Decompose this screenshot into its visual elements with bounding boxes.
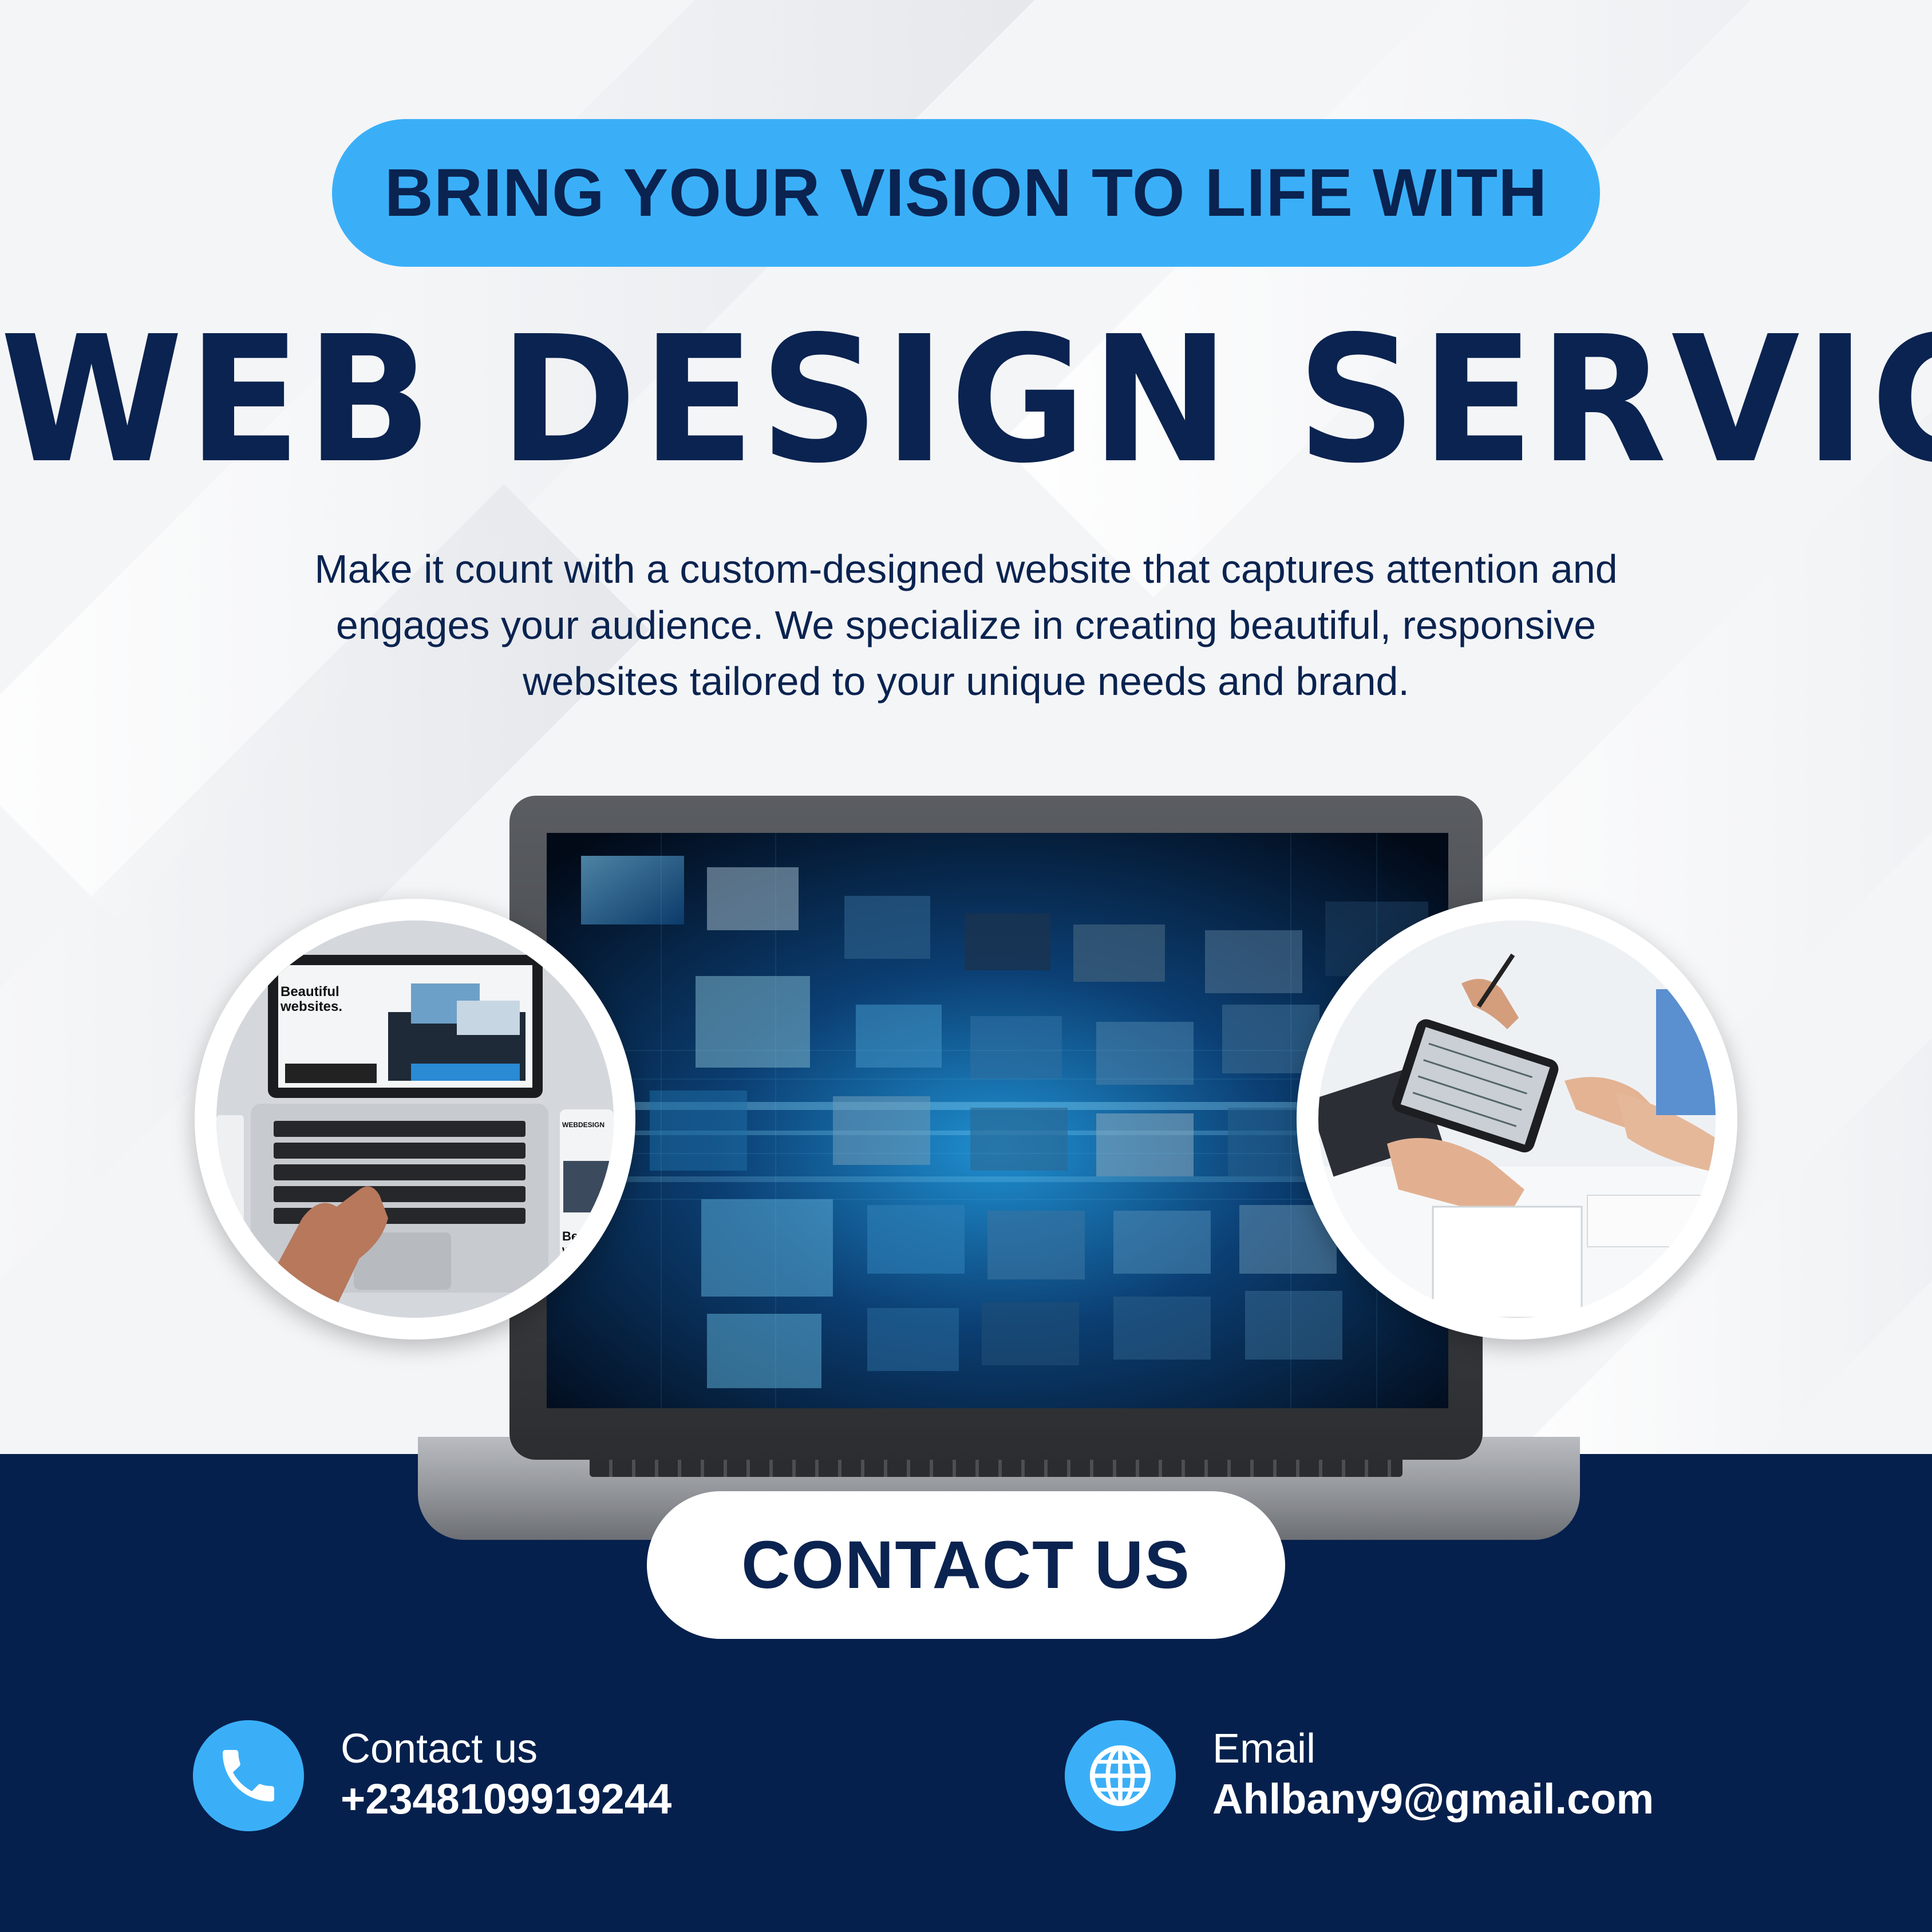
contact-us-label: CONTACT US <box>741 1527 1191 1603</box>
laptop-typing-photo: Beautiful websites. WEBDESIGN Bea wel <box>216 920 614 1318</box>
description-text: Make it count with a custom-designed web… <box>314 547 1618 704</box>
right-photo-circle <box>1297 899 1737 1340</box>
poster: BRING YOUR VISION TO LIFE WITH WEB DESIG… <box>0 0 1932 1932</box>
tablet-brand-text: WEBDESIGN <box>562 1121 605 1129</box>
phone-number[interactable]: +2348109919244 <box>341 1775 671 1823</box>
tablet-heading-text: Bea wel <box>562 1229 586 1257</box>
page-title: WEB DESIGN SERVICE <box>0 299 1932 502</box>
screen-heading-text: Beautiful websites. <box>280 984 343 1014</box>
laptop-typing-illustration <box>216 920 614 1318</box>
email-label: Email <box>1212 1726 1316 1772</box>
email-address[interactable]: Ahlbany9@gmail.com <box>1212 1775 1654 1823</box>
tagline-pill: BRING YOUR VISION TO LIFE WITH <box>332 119 1600 267</box>
left-photo-circle: Beautiful websites. WEBDESIGN Bea wel <box>195 899 635 1340</box>
tablet-meeting-illustration <box>1318 920 1716 1318</box>
contact-us-button[interactable]: CONTACT US <box>647 1491 1285 1639</box>
tablet-meeting-photo <box>1318 920 1716 1318</box>
phone-icon <box>193 1720 304 1831</box>
globe-icon-glyph <box>1089 1745 1151 1807</box>
globe-icon <box>1065 1720 1176 1831</box>
phone-icon-glyph <box>223 1750 274 1801</box>
phone-label: Contact us <box>341 1726 538 1772</box>
tagline-text: BRING YOUR VISION TO LIFE WITH <box>384 155 1548 231</box>
